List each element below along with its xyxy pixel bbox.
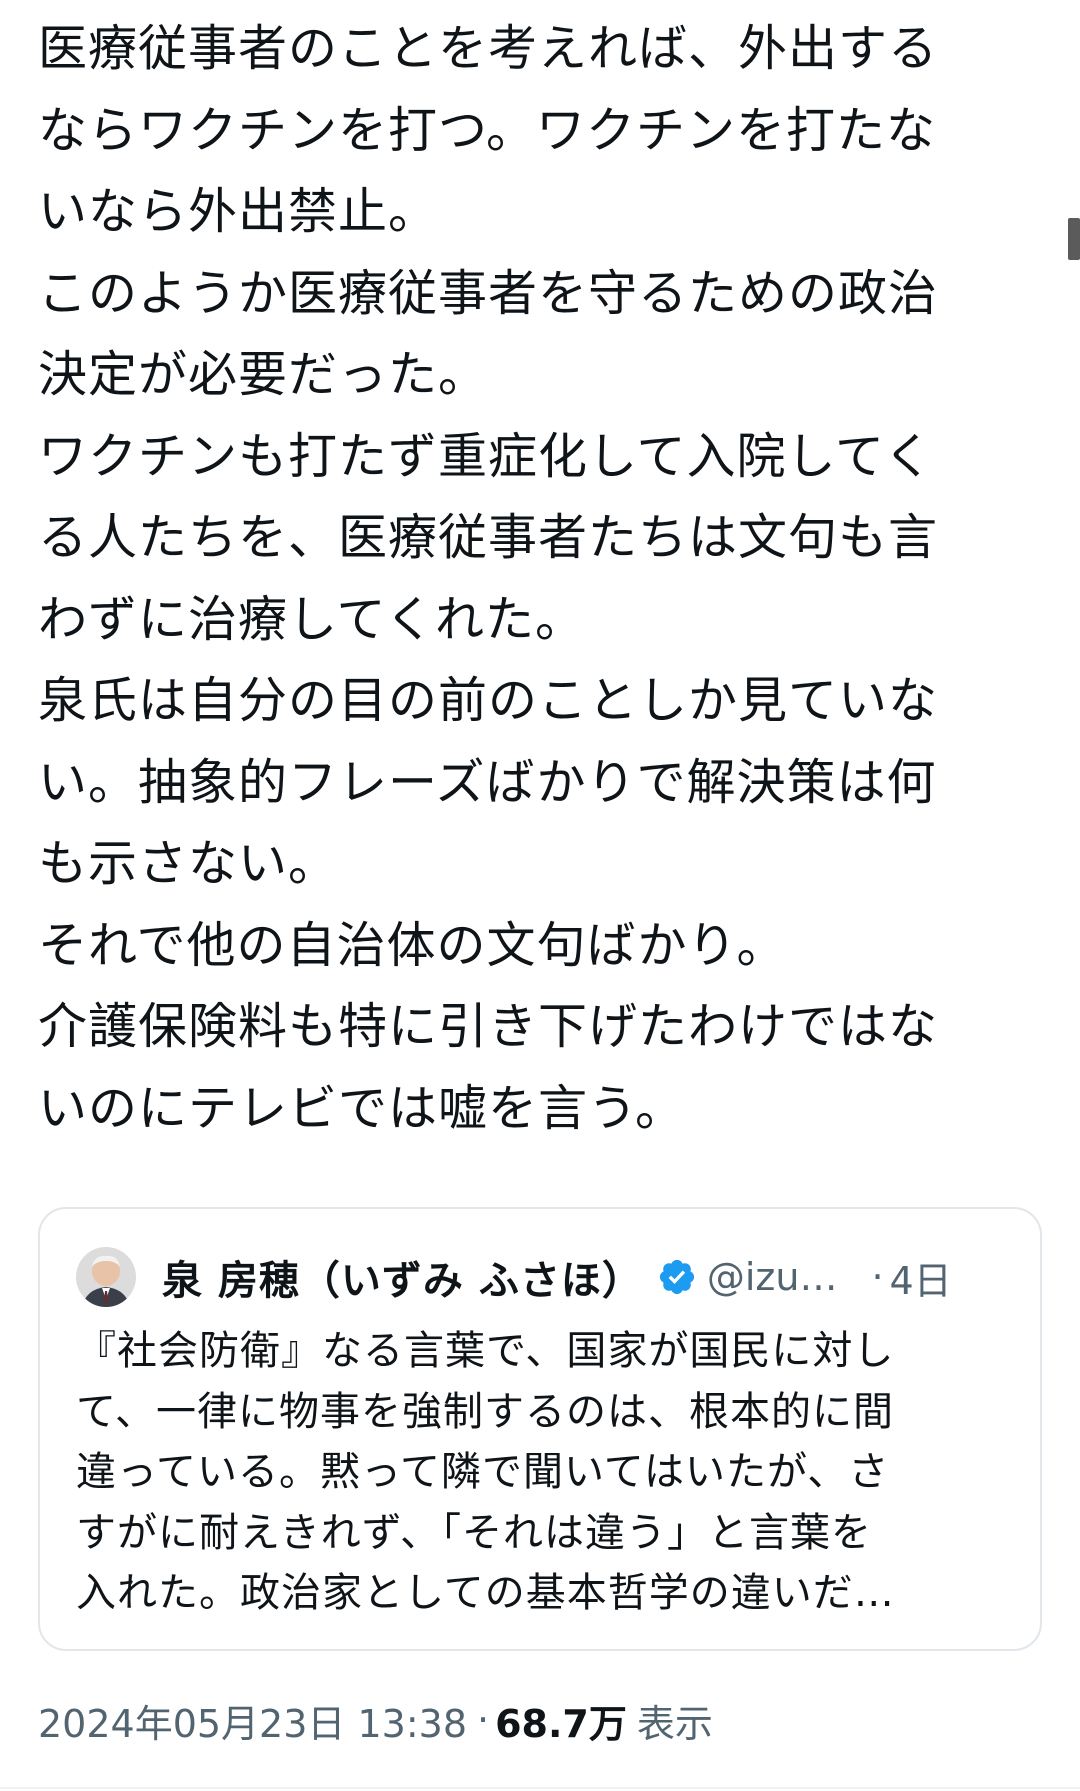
avatar[interactable] xyxy=(76,1247,136,1307)
tweet-text-line: いのにテレビでは嘘を言う。 xyxy=(38,1079,686,1137)
tweet-text-line: それで他の自治体の文句ばかり。 xyxy=(38,916,787,974)
quoted-tweet-header: 泉 房穂（いずみ ふさほ） @izu… · 4日 xyxy=(76,1245,1010,1309)
divider xyxy=(0,1787,1080,1789)
tweet-text-line: このようか医療従事者を守るための政治 xyxy=(38,264,939,322)
tweet-text-line: ならワクチンを打つ。ワクチンを打たな xyxy=(38,101,937,159)
tweet-text: 医療従事者のことを考えれば、外出する ならワクチンを打つ。ワクチンを打たな いな… xyxy=(38,8,1018,1149)
separator-dot: · xyxy=(871,1255,884,1299)
tweet-text-line: 決定が必要だった。 xyxy=(38,346,489,403)
tweet-text-line: い。抽象的フレーズばかりで解決策は何 xyxy=(38,753,937,811)
tweet-text-line: 泉氏は自分の目の前のことしか見ていな xyxy=(38,672,939,729)
tweet-text-line: る人たちを、医療従事者たちは文句も言 xyxy=(38,509,939,566)
tweet-text-line: いなら外出禁止。 xyxy=(38,183,439,240)
tweet-text-line: ワクチンも打たず重症化して入院してく xyxy=(38,427,934,485)
tweet-timestamp[interactable]: 2024年05月23日 13:38 xyxy=(38,1693,467,1748)
quoted-tweet-text: 『社会防衛』なる言葉で、国家が国民に対し て、一律に物事を強制するのは、根本的に… xyxy=(76,1321,1016,1624)
quoted-tweet-card[interactable]: 泉 房穂（いずみ ふさほ） @izu… · 4日 『社会防衛』なる言葉で、国家が… xyxy=(38,1207,1042,1651)
tweet-text-line: 医療従事者のことを考えれば、外出する xyxy=(38,20,939,77)
quoted-author-name[interactable]: 泉 房穂（いずみ ふさほ） xyxy=(162,1248,643,1306)
quoted-author-handle[interactable]: @izu… xyxy=(707,1255,838,1299)
tweet-text-line: わずに治療してくれた。 xyxy=(38,590,586,648)
quoted-tweet-text-line: すがに耐えきれず、「それは違う」と言葉を xyxy=(76,1509,872,1556)
quoted-tweet-time[interactable]: 4日 xyxy=(890,1250,952,1305)
view-count-label[interactable]: 表示 xyxy=(637,1693,713,1748)
quoted-tweet-text-line: て、一律に物事を強制するのは、根本的に間 xyxy=(76,1388,894,1435)
scrollbar-thumb[interactable] xyxy=(1068,218,1080,260)
verified-badge-icon xyxy=(657,1257,697,1297)
tweet-text-line: も示さない。 xyxy=(38,835,339,892)
tweet-meta: 2024年05月23日 13:38 · 68.7万 表示 xyxy=(38,1690,713,1750)
quoted-tweet-text-line: 『社会防衛』なる言葉で、国家が国民に対し xyxy=(76,1328,895,1374)
quoted-tweet-text-line: 違っている。黙って隣で聞いてはいたが、さ xyxy=(76,1449,890,1495)
tweet-text-line: 介護保険料も特に引き下げたわけではな xyxy=(38,998,939,1055)
separator-dot: · xyxy=(477,1698,490,1742)
quoted-tweet-text-line: 入れた。政治家としての基本哲学の違いだ… xyxy=(76,1570,895,1616)
view-count[interactable]: 68.7万 xyxy=(495,1693,627,1748)
